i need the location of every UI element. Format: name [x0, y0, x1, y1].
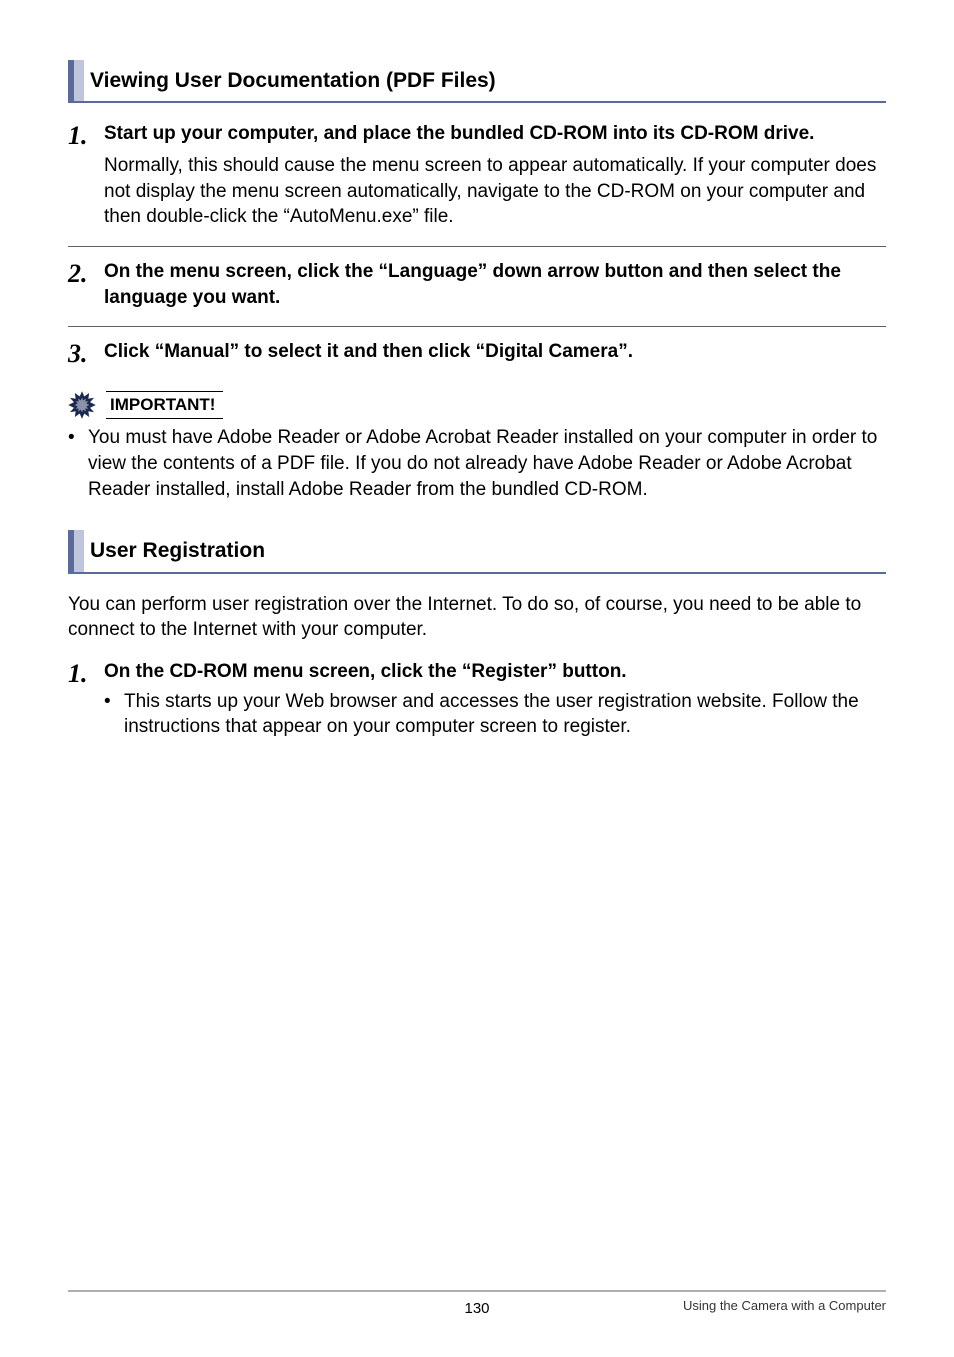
sub-bullet: • This starts up your Web browser and ac…: [68, 689, 886, 740]
divider: [68, 246, 886, 247]
step-instruction: On the CD-ROM menu screen, click the “Re…: [104, 659, 627, 685]
step-1-viewing: 1. Start up your computer, and place the…: [68, 121, 886, 230]
bullet-dot: •: [104, 689, 124, 740]
step-number: 2.: [68, 259, 104, 287]
step-instruction: Start up your computer, and place the bu…: [104, 121, 814, 147]
step-instruction: On the menu screen, click the “Language”…: [104, 259, 886, 310]
important-text: You must have Adobe Reader or Adobe Acro…: [88, 425, 886, 502]
heading-title-viewing: Viewing User Documentation (PDF Files): [84, 60, 496, 101]
burst-icon: [68, 391, 96, 419]
important-callout: IMPORTANT!: [68, 391, 886, 419]
section-heading-viewing: Viewing User Documentation (PDF Files): [68, 60, 886, 103]
bullet-dot: •: [68, 425, 88, 502]
step-2-viewing: 2. On the menu screen, click the “Langua…: [68, 259, 886, 310]
page-footer: 130 Using the Camera with a Computer: [68, 1290, 886, 1313]
important-bullet: • You must have Adobe Reader or Adobe Ac…: [68, 425, 886, 502]
step-body: Normally, this should cause the menu scr…: [68, 153, 886, 230]
step-instruction: Click “Manual” to select it and then cli…: [104, 339, 633, 365]
heading-bar-inner: [74, 530, 84, 571]
step-number: 3.: [68, 339, 104, 367]
heading-title-user-reg: User Registration: [84, 530, 265, 571]
divider: [68, 326, 886, 327]
page-container: Viewing User Documentation (PDF Files) 1…: [0, 0, 954, 1357]
important-label: IMPORTANT!: [106, 391, 223, 419]
user-reg-intro: You can perform user registration over t…: [68, 592, 886, 643]
step-3-viewing: 3. Click “Manual” to select it and then …: [68, 339, 886, 367]
page-number: 130: [68, 1300, 886, 1317]
step-number: 1.: [68, 659, 104, 687]
section-heading-user-reg: User Registration: [68, 530, 886, 573]
step-number: 1.: [68, 121, 104, 149]
step-1-user-reg: 1. On the CD-ROM menu screen, click the …: [68, 659, 886, 740]
sub-bullet-text: This starts up your Web browser and acce…: [124, 689, 886, 740]
heading-bar-inner: [74, 60, 84, 101]
